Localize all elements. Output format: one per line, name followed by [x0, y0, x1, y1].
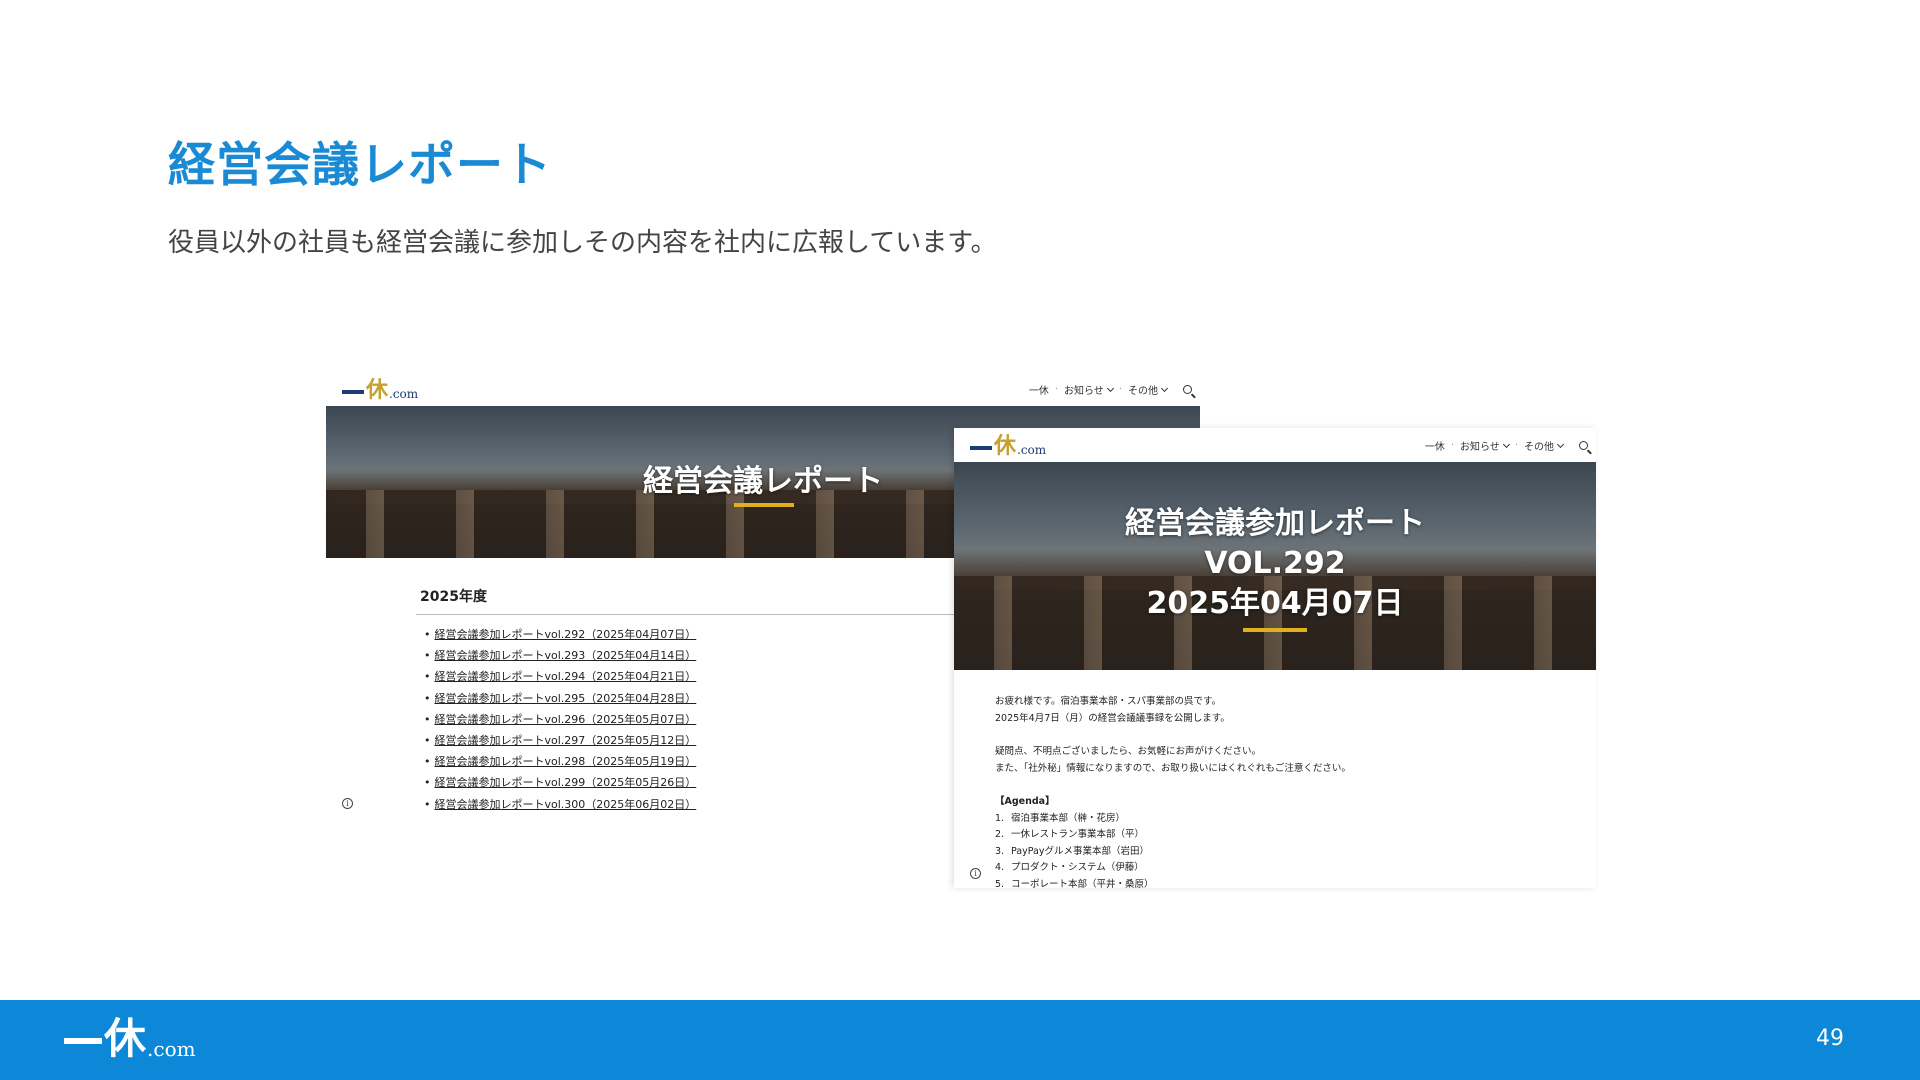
slide-subtitle: 役員以外の社員も経営会議に参加しその内容を社内に広報しています。: [168, 228, 997, 258]
chevron-down-icon: [1106, 384, 1114, 393]
info-icon[interactable]: i: [342, 798, 353, 809]
slide-footer: 休 .com 49: [0, 1000, 1920, 1080]
logo-com: .com: [389, 387, 419, 401]
report-list: 経営会議参加レポートvol.292（2025年04月07日） 経営会議参加レポー…: [424, 624, 697, 815]
search-icon[interactable]: [1183, 385, 1192, 394]
agenda-number: 4.: [995, 862, 1005, 873]
report-link[interactable]: 経営会議参加レポートvol.292（2025年04月07日）: [435, 628, 697, 641]
agenda-number: 5.: [995, 878, 1005, 889]
site-header: 休 .com 一休 · お知らせ · その他: [954, 428, 1596, 462]
chevron-down-icon: [1160, 384, 1169, 393]
agenda-number: 1.: [995, 812, 1005, 824]
logo-bar: [342, 390, 364, 394]
agenda-list: 1. 宿泊事業本部（榊・花房） 2. 一休レストラン事業本部（平） 3. PayPay…: [995, 811, 1351, 889]
list-item: 経営会議参加レポートvol.295（2025年04月28日）: [424, 688, 697, 709]
nav-item-news-label: お知らせ: [1064, 386, 1104, 397]
list-item: 経営会議参加レポートvol.300（2025年06月02日）: [424, 794, 697, 815]
report-link[interactable]: 経営会議参加レポートvol.294（2025年04月21日）: [435, 670, 697, 683]
site-nav: 一休 · お知らせ · その他: [1029, 382, 1192, 397]
hero-title-line2: VOL.292: [1204, 546, 1346, 581]
hero-banner: 経営会議参加レポート VOL.292 2025年04月07日: [954, 462, 1596, 670]
nav-item-other[interactable]: その他: [1524, 438, 1565, 453]
list-item: 経営会議参加レポートvol.299（2025年05月26日）: [424, 772, 697, 793]
hero-title-line3: 2025年04月07日: [1146, 586, 1404, 621]
report-link[interactable]: 経営会議参加レポートvol.296（2025年05月07日）: [435, 713, 697, 726]
agenda-item: 3. PayPayグルメ事業本部（岩田）: [995, 844, 1351, 861]
agenda-item: 5. コーポレート本部（平井・桑原）: [995, 877, 1351, 889]
logo-kanji: 休: [994, 433, 1017, 459]
notice-line: また、「社外秘」情報になりますので、お取り扱いにはくれぐれもご注意ください。: [995, 762, 1351, 774]
site-logo[interactable]: 休 .com: [970, 432, 1046, 458]
agenda-item: 4. プロダクト・システム（伊藤）: [995, 860, 1351, 877]
hero-title-line1: 経営会議参加レポート: [1125, 506, 1425, 541]
agenda-text: PayPayグルメ事業本部（岩田）: [1011, 845, 1149, 857]
list-item: 経営会議参加レポートvol.296（2025年05月07日）: [424, 709, 697, 730]
notice-line: 疑問点、不明点ございましたら、お気軽にお声がけください。: [995, 746, 1262, 757]
intro-line: 2025年4月7日（月）の経営会議議事録を公開します。: [995, 712, 1230, 724]
list-item: 経営会議参加レポートvol.293（2025年04月14日）: [424, 645, 697, 666]
logo-com: .com: [147, 1037, 196, 1061]
nav-item-other-label: その他: [1524, 442, 1554, 453]
nav-separator: ·: [1118, 384, 1122, 395]
footer-logo: 休 .com: [64, 1014, 196, 1062]
hero-underline: [734, 503, 794, 507]
article-body: お疲れ様です。宿泊事業本部・スパ事業部の呉です。 2025年4月7日（月）の経営…: [995, 694, 1351, 888]
report-link[interactable]: 経営会議参加レポートvol.295（2025年04月28日）: [435, 692, 697, 705]
nav-item-other-label: その他: [1128, 386, 1158, 397]
agenda-item: 2. 一休レストラン事業本部（平）: [995, 827, 1351, 844]
chevron-down-icon: [1502, 440, 1510, 449]
nav-item-other[interactable]: その他: [1128, 382, 1169, 397]
logo-kanji: 休: [104, 1014, 147, 1063]
report-link[interactable]: 経営会議参加レポートvol.300（2025年06月02日）: [435, 798, 697, 811]
agenda-text: 宿泊事業本部（榊・花房）: [1011, 812, 1126, 824]
nav-item-news[interactable]: お知らせ: [1460, 438, 1510, 453]
report-detail-screenshot: 休 .com 一休 · お知らせ · その他 経営会議参加レポート VOL.29…: [954, 428, 1596, 888]
report-link[interactable]: 経営会議参加レポートvol.298（2025年05月19日）: [435, 755, 697, 768]
nav-item-news-label: お知らせ: [1460, 442, 1500, 453]
nav-separator: ·: [1054, 384, 1058, 395]
agenda-number: 3.: [995, 845, 1005, 857]
agenda-item: 1. 宿泊事業本部（榊・花房）: [995, 811, 1351, 828]
agenda-text: プロダクト・システム（伊藤）: [1011, 862, 1144, 873]
report-link[interactable]: 経営会議参加レポートvol.293（2025年04月14日）: [435, 649, 697, 662]
chevron-down-icon: [1556, 440, 1565, 449]
agenda-title: 【Agenda】: [995, 796, 1055, 807]
report-link[interactable]: 経営会議参加レポートvol.299（2025年05月26日）: [435, 776, 697, 789]
agenda-text: コーポレート本部（平井・桑原）: [1011, 878, 1154, 889]
nav-item-news[interactable]: お知らせ: [1064, 382, 1114, 397]
slide-title: 経営会議レポート: [168, 138, 552, 193]
page-number: 49: [1816, 1026, 1844, 1051]
nav-item-ikyu[interactable]: 一休: [1425, 438, 1445, 453]
nav-separator: ·: [1450, 440, 1454, 451]
list-item: 経営会議参加レポートvol.297（2025年05月12日）: [424, 730, 697, 751]
agenda-number: 2.: [995, 829, 1005, 840]
report-link[interactable]: 経営会議参加レポートvol.297（2025年05月12日）: [435, 734, 697, 747]
year-heading: 2025年度: [420, 589, 487, 605]
agenda-text: 一休レストラン事業本部（平）: [1011, 829, 1145, 840]
site-logo[interactable]: 休 .com: [342, 376, 418, 402]
nav-item-ikyu[interactable]: 一休: [1029, 382, 1049, 397]
info-icon[interactable]: i: [970, 868, 981, 879]
site-nav: 一休 · お知らせ · その他: [1425, 438, 1588, 453]
hero-underline: [1243, 628, 1307, 632]
intro-line: お疲れ様です。宿泊事業本部・スパ事業部の呉です。: [995, 696, 1222, 707]
list-item: 経営会議参加レポートvol.298（2025年05月19日）: [424, 751, 697, 772]
logo-com: .com: [1017, 443, 1047, 457]
nav-separator: ·: [1514, 440, 1518, 451]
search-icon[interactable]: [1579, 441, 1588, 450]
logo-kanji: 休: [366, 377, 389, 403]
list-item: 経営会議参加レポートvol.294（2025年04月21日）: [424, 666, 697, 687]
logo-bar: [970, 446, 992, 450]
list-item: 経営会議参加レポートvol.292（2025年04月07日）: [424, 624, 697, 645]
slide: 経営会議レポート 役員以外の社員も経営会議に参加しその内容を社内に広報しています…: [0, 0, 1920, 1080]
logo-bar: [64, 1038, 102, 1044]
site-header: 休 .com 一休 · お知らせ · その他: [326, 372, 1200, 406]
hero-title: 経営会議参加レポート VOL.292 2025年04月07日: [954, 504, 1596, 624]
